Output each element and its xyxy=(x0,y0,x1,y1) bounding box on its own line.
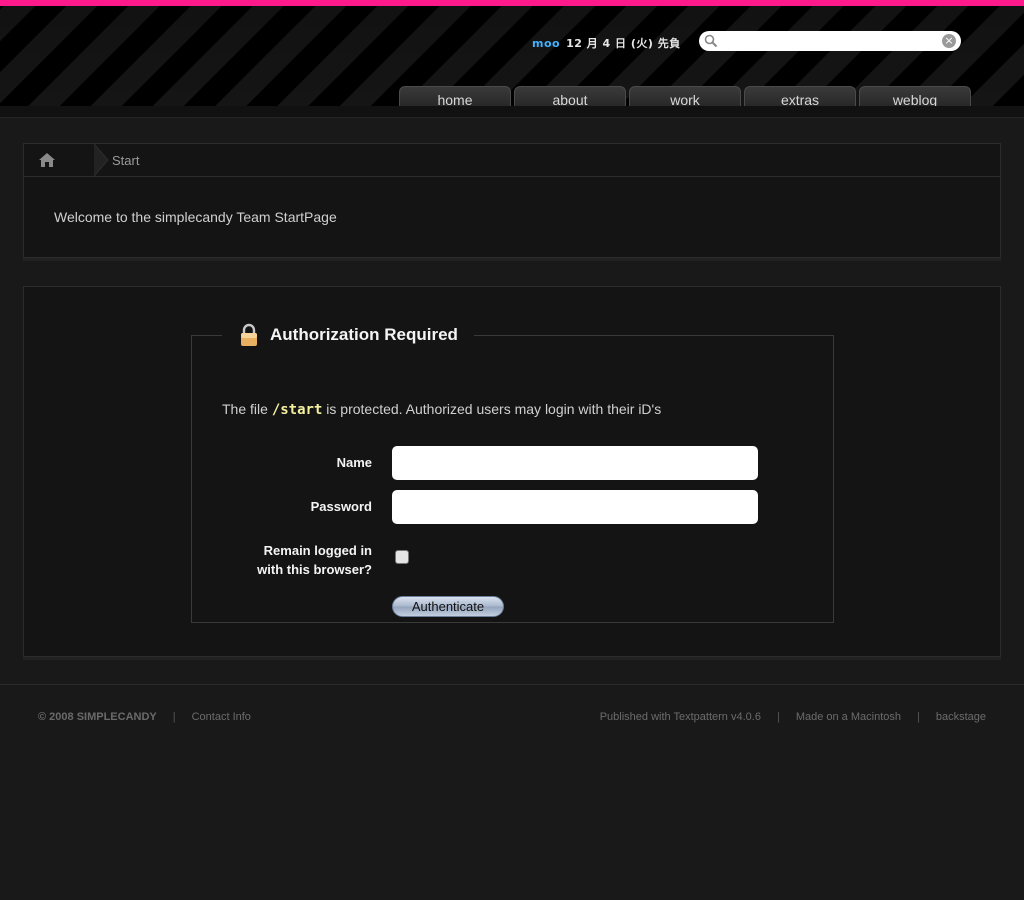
footer-divider xyxy=(0,684,1024,685)
username[interactable]: moo xyxy=(532,37,560,50)
search-icon xyxy=(704,34,718,48)
message-prefix: The file xyxy=(222,401,272,417)
breadcrumb-current[interactable]: Start xyxy=(112,153,139,168)
site-header: moo 12 月 4 日 (火) 先負 × home about work ext… xyxy=(0,6,1024,112)
remain-label-line2: with this browser? xyxy=(257,562,372,577)
footer-left: © 2008 SIMPLECANDY | Contact Info xyxy=(38,711,251,723)
protected-message: The file /start is protected. Authorized… xyxy=(222,401,661,418)
home-icon[interactable] xyxy=(38,152,56,168)
remain-label-line1: Remain logged in xyxy=(263,543,372,558)
password-field[interactable] xyxy=(392,490,758,524)
user-date-line: moo 12 月 4 日 (火) 先負 xyxy=(532,35,681,51)
footer-right: Published with Textpattern v4.0.6 | Made o… xyxy=(600,711,986,723)
message-suffix: is protected. Authorized users may login… xyxy=(322,401,662,417)
welcome-panel: Start Welcome to the simplecandy Team St… xyxy=(23,143,1001,258)
search-input[interactable] xyxy=(721,33,935,49)
date-text: 12 月 4 日 (火) 先負 xyxy=(566,37,681,50)
backstage-link[interactable]: backstage xyxy=(936,711,986,723)
made-on-mac-link[interactable]: Made on a Macintosh xyxy=(796,711,901,723)
password-label: Password xyxy=(310,499,372,514)
auth-fieldset: Authorization Required The file /start i… xyxy=(191,323,834,623)
footer-separator: | xyxy=(172,711,176,723)
breadcrumb: Start xyxy=(24,144,1000,177)
auth-panel: Authorization Required The file /start i… xyxy=(23,286,1001,657)
authenticate-button[interactable]: Authenticate xyxy=(392,596,504,617)
footer-separator: | xyxy=(776,711,780,723)
remain-logged-in-checkbox[interactable] xyxy=(395,550,409,564)
name-field[interactable] xyxy=(392,446,758,480)
contact-info-link[interactable]: Contact Info xyxy=(192,711,251,723)
published-with-link[interactable]: Published with Textpattern v4.0.6 xyxy=(600,711,761,723)
lock-icon xyxy=(241,323,257,346)
auth-title-text: Authorization Required xyxy=(270,325,458,344)
copyright-text: © 2008 SIMPLECANDY xyxy=(38,711,157,723)
footer-separator: | xyxy=(916,711,920,723)
header-band xyxy=(0,106,1024,118)
welcome-text: Welcome to the simplecandy Team StartPag… xyxy=(54,209,337,225)
name-label: Name xyxy=(336,455,372,470)
auth-title: Authorization Required xyxy=(222,323,474,347)
protected-path: /start xyxy=(271,402,323,418)
search-box[interactable]: × xyxy=(699,31,961,51)
clear-search-icon[interactable]: × xyxy=(942,34,956,48)
remain-logged-in-label: Remain logged in with this browser? xyxy=(257,541,372,579)
